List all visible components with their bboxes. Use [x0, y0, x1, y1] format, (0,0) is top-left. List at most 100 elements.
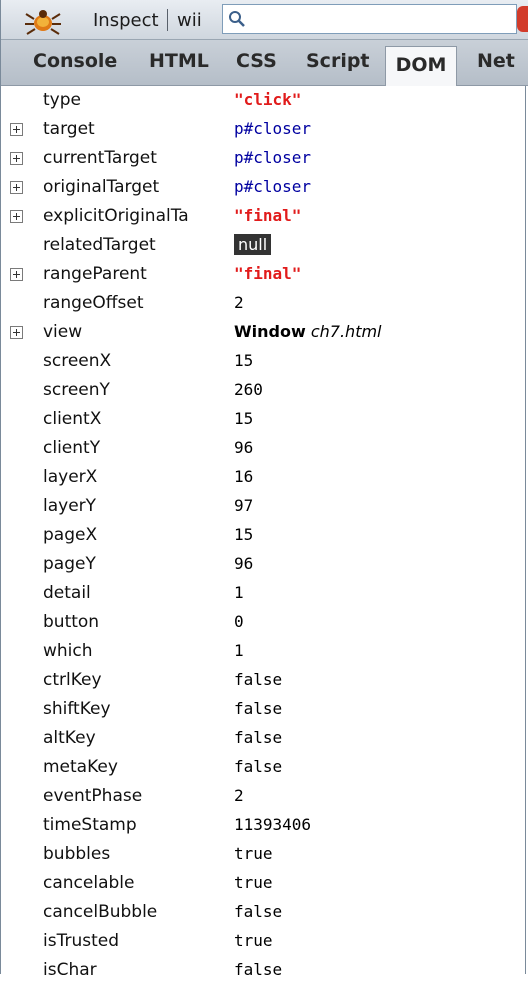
property-row[interactable]: cancelable true — [1, 869, 528, 898]
property-row[interactable]: timeStamp 11393406 — [1, 811, 528, 840]
property-name: eventPhase — [43, 786, 143, 806]
property-name: isTrusted — [43, 931, 120, 951]
close-icon[interactable] — [517, 6, 528, 32]
property-row[interactable]: button 0 — [1, 608, 528, 637]
property-name: bubbles — [43, 844, 111, 864]
expand-icon[interactable] — [10, 326, 23, 339]
property-value: false — [234, 757, 283, 776]
property-name: target — [43, 119, 95, 139]
property-row[interactable]: pageY 96 — [1, 550, 528, 579]
property-row[interactable]: isChar false — [1, 956, 528, 985]
property-row[interactable]: clientY 96 — [1, 434, 528, 463]
property-value: 15 — [234, 525, 254, 544]
property-row[interactable]: view Window ch7.html — [1, 318, 528, 347]
property-name: layerY — [43, 496, 97, 516]
property-value: 16 — [234, 467, 254, 486]
window-object-label: Window — [234, 322, 306, 341]
property-row[interactable]: originalTarget p#closer — [1, 173, 528, 202]
property-value: false — [234, 699, 283, 718]
property-value: true — [234, 931, 273, 950]
property-name: originalTarget — [43, 177, 160, 197]
property-row[interactable]: layerX 16 — [1, 463, 528, 492]
expand-icon[interactable] — [10, 181, 23, 194]
window-location: ch7.html — [310, 322, 382, 341]
property-row[interactable]: type "click" — [1, 86, 528, 115]
property-row[interactable]: pageX 15 — [1, 521, 528, 550]
property-value: "final" — [234, 206, 302, 225]
property-value[interactable]: null — [234, 234, 272, 255]
property-value: 0 — [234, 612, 244, 631]
property-value: 15 — [234, 409, 254, 428]
property-value[interactable]: p#closer — [234, 119, 311, 138]
property-value[interactable]: Window ch7.html — [234, 322, 382, 341]
property-row[interactable]: screenX 15 — [1, 347, 528, 376]
tab-console[interactable]: Console — [33, 50, 117, 72]
expand-icon[interactable] — [10, 123, 23, 136]
property-row[interactable]: screenY 260 — [1, 376, 528, 405]
property-value: 97 — [234, 496, 254, 515]
property-name: shiftKey — [43, 699, 111, 719]
property-row[interactable]: eventPhase 2 — [1, 782, 528, 811]
property-row[interactable]: isTrusted true — [1, 927, 528, 956]
property-value: 1 — [234, 641, 244, 660]
firebug-icon[interactable] — [23, 5, 63, 35]
property-row[interactable]: bubbles true — [1, 840, 528, 869]
property-value: false — [234, 902, 283, 921]
property-row[interactable]: ctrlKey false — [1, 666, 528, 695]
panel-tabs: Console HTML CSS Script DOM Net — [1, 40, 528, 86]
property-value: "final" — [234, 264, 302, 283]
context-label[interactable]: wii — [177, 10, 202, 31]
property-row[interactable]: metaKey false — [1, 753, 528, 782]
property-name: clientX — [43, 409, 102, 429]
property-row[interactable]: cancelBubble false — [1, 898, 528, 927]
property-name: cancelBubble — [43, 902, 158, 922]
property-row[interactable]: relatedTarget null — [1, 231, 528, 260]
property-row[interactable]: shiftKey false — [1, 695, 528, 724]
property-name: altKey — [43, 728, 96, 748]
property-row[interactable]: detail 1 — [1, 579, 528, 608]
property-value: 15 — [234, 351, 254, 370]
toolbar: Inspect wii — [1, 0, 528, 40]
expand-icon[interactable] — [10, 268, 23, 281]
property-row[interactable]: altKey false — [1, 724, 528, 753]
property-row[interactable]: which 1 — [1, 637, 528, 666]
property-value: 2 — [234, 293, 244, 312]
property-value: 2 — [234, 786, 244, 805]
property-value: "click" — [234, 90, 302, 109]
expand-icon[interactable] — [10, 210, 23, 223]
tab-script[interactable]: Script — [306, 50, 370, 72]
property-name: rangeParent — [43, 264, 147, 284]
property-row[interactable]: rangeParent "final" — [1, 260, 528, 289]
property-row[interactable]: target p#closer — [1, 115, 528, 144]
property-value: true — [234, 873, 273, 892]
inspect-button[interactable]: Inspect — [93, 10, 159, 31]
property-value[interactable]: p#closer — [234, 177, 311, 196]
property-row[interactable]: rangeOffset 2 — [1, 289, 528, 318]
property-name: screenX — [43, 351, 112, 371]
search-input[interactable] — [222, 4, 517, 34]
property-name: ctrlKey — [43, 670, 102, 690]
property-name: clientY — [43, 438, 101, 458]
tab-net[interactable]: Net — [477, 50, 515, 72]
tab-css[interactable]: CSS — [236, 50, 277, 72]
property-value: 96 — [234, 554, 254, 573]
property-name: explicitOriginalTa — [43, 206, 189, 226]
expand-icon[interactable] — [10, 152, 23, 165]
property-name: layerX — [43, 467, 98, 487]
tab-dom[interactable]: DOM — [385, 46, 457, 86]
property-name: pageX — [43, 525, 98, 545]
property-row[interactable]: currentTarget p#closer — [1, 144, 528, 173]
property-row[interactable]: clientX 15 — [1, 405, 528, 434]
property-name: detail — [43, 583, 91, 603]
property-value: true — [234, 844, 273, 863]
property-value: 11393406 — [234, 815, 312, 834]
property-name: metaKey — [43, 757, 118, 777]
tab-html[interactable]: HTML — [149, 50, 209, 72]
firebug-panel: Inspect wii Console HTML CSS Script DOM … — [0, 0, 528, 980]
property-row[interactable]: layerY 97 — [1, 492, 528, 521]
property-value: 260 — [234, 380, 263, 399]
property-row[interactable]: explicitOriginalTa "final" — [1, 202, 528, 231]
property-name: pageY — [43, 554, 96, 574]
property-name: button — [43, 612, 100, 632]
property-value[interactable]: p#closer — [234, 148, 311, 167]
